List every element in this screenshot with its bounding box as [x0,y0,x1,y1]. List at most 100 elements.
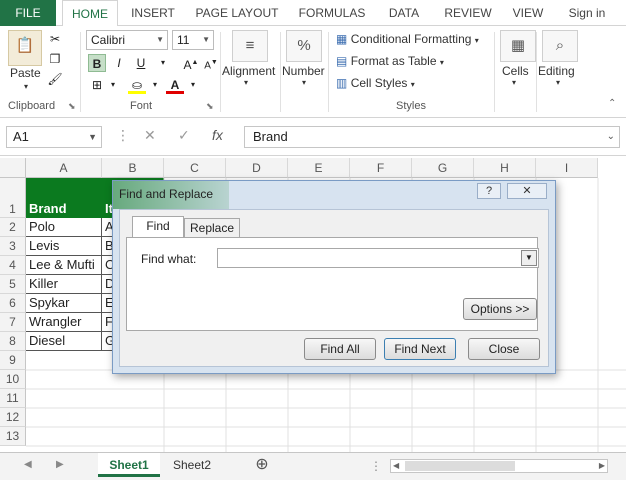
name-box[interactable]: A1 ▼ [6,126,102,148]
column-header[interactable]: G [412,158,474,178]
row-header[interactable]: 12 [0,408,26,427]
binoculars-icon[interactable]: ⌕ [542,30,578,62]
enter-icon[interactable]: ✓ [178,127,190,144]
column-header[interactable]: C [164,158,226,178]
paste-button[interactable]: Paste [10,66,41,80]
paste-dropdown-icon[interactable]: ▾ [24,82,28,91]
percent-icon[interactable]: % [286,30,322,62]
editing-button[interactable]: Editing [538,64,575,78]
chevron-down-icon[interactable]: ▾ [302,78,306,87]
row-header[interactable]: 7 [0,313,26,332]
scroll-right-icon[interactable]: ▶ [599,460,605,472]
font-size-combo[interactable]: 11 ▼ [172,30,214,50]
sign-in-link[interactable]: Sign in [562,0,612,26]
column-header[interactable]: H [474,158,536,178]
row-header[interactable]: 10 [0,370,26,389]
formula-input[interactable]: Brand ⌄ [244,126,620,148]
font-launcher-icon[interactable]: ⬊ [206,101,214,112]
close-button[interactable]: Close [468,338,540,360]
scrollbar-thumb[interactable] [405,461,515,471]
row-header[interactable]: 11 [0,389,26,408]
chevron-down-icon[interactable]: ▾ [104,76,122,94]
chevron-down-icon[interactable]: ▾ [512,78,516,87]
styles-group-label: Styles [396,100,426,112]
tab-home[interactable]: HOME [62,0,118,27]
alignment-button[interactable]: Alignment [222,64,275,78]
chevron-down-icon[interactable]: ▾ [244,78,248,87]
row-header[interactable]: 9 [0,351,26,370]
next-sheet-icon[interactable]: ▶ [56,459,64,470]
underline-button[interactable]: U [132,54,150,72]
formula-bar: A1 ▼ ⋮ ✕ ✓ fx Brand ⌄ [0,118,626,156]
chevron-down-icon[interactable]: ▼ [521,250,537,266]
tab-review[interactable]: REVIEW [438,0,498,26]
column-header[interactable]: B [102,158,164,178]
row-header[interactable]: 3 [0,237,26,256]
options-button[interactable]: Options >> [463,298,537,320]
column-header[interactable]: F [350,158,412,178]
column-header[interactable]: I [536,158,598,178]
select-all-corner[interactable] [0,158,26,178]
cancel-icon[interactable]: ✕ [144,127,156,144]
find-what-input[interactable]: ▼ [217,248,539,268]
format-painter-icon[interactable]: 🖌 [46,70,64,88]
row-header[interactable]: 1 [0,178,26,218]
tab-replace[interactable]: Replace [184,218,240,238]
format-as-table-label: Format as Table [350,54,437,68]
find-all-button[interactable]: Find All [304,338,376,360]
column-header[interactable]: E [288,158,350,178]
conditional-formatting-icon: ▦ [336,32,348,46]
new-sheet-icon[interactable]: ⊕ [248,453,276,477]
cell-styles-icon: ▥ [336,76,348,90]
row-header[interactable]: 13 [0,427,26,446]
row-header[interactable]: 5 [0,275,26,294]
increase-font-icon[interactable]: A▲ [182,54,200,72]
scroll-left-icon[interactable]: ◀ [393,460,399,472]
paste-icon[interactable]: 📋 [8,30,42,66]
row-header[interactable]: 4 [0,256,26,275]
clipboard-launcher-icon[interactable]: ⬊ [68,101,76,112]
column-header[interactable]: D [226,158,288,178]
cut-icon[interactable]: ✂ [46,30,64,48]
row-header[interactable]: 8 [0,332,26,351]
chevron-down-icon[interactable]: ▾ [146,76,164,94]
chevron-down-icon[interactable]: ▾ [184,76,202,94]
format-as-table-button[interactable]: ▤ Format as Table ▾ [336,54,444,68]
find-next-button[interactable]: Find Next [384,338,456,360]
row-header[interactable]: 6 [0,294,26,313]
tab-insert[interactable]: INSERT [124,0,182,26]
row-header[interactable]: 2 [0,218,26,237]
tab-data[interactable]: DATA [380,0,428,26]
sheet-tab-sheet1[interactable]: Sheet1 [98,453,160,477]
alignment-icon[interactable]: ≡ [232,30,268,62]
tab-formulas[interactable]: FORMULAS [294,0,370,26]
tab-find[interactable]: Find [132,216,184,238]
prev-sheet-icon[interactable]: ◀ [24,459,32,470]
more-options-icon[interactable]: ⋮ [370,459,382,473]
drag-handle-icon[interactable]: ⋮ [116,127,130,144]
insert-function-button[interactable]: fx [212,127,223,143]
close-icon[interactable]: ✕ [507,183,547,199]
cells-button[interactable]: Cells [502,64,529,78]
sheet-tab-sheet2[interactable]: Sheet2 [162,453,222,477]
horizontal-scrollbar[interactable]: ◀ ▶ [390,459,608,473]
collapse-ribbon-icon[interactable]: ⌃ [608,98,616,109]
conditional-formatting-button[interactable]: ▦ Conditional Formatting ▾ [336,32,479,46]
italic-button[interactable]: I [110,54,128,72]
tab-file[interactable]: FILE [0,0,56,26]
copy-icon[interactable]: ❐ [46,50,64,68]
cell-styles-button[interactable]: ▥ Cell Styles ▾ [336,76,415,90]
chevron-down-icon[interactable]: ▾ [154,54,172,72]
font-color-icon[interactable]: A [166,76,184,94]
number-button[interactable]: Number [282,64,325,78]
bold-button[interactable]: B [88,54,106,72]
decrease-font-icon[interactable]: A▼ [202,54,220,72]
help-button[interactable]: ? [477,183,501,199]
chevron-down-icon[interactable]: ▾ [556,78,560,87]
font-name-combo[interactable]: Calibri ▼ [86,30,168,50]
tab-view[interactable]: VIEW [506,0,550,26]
fill-color-icon[interactable]: ⛀ [128,76,146,94]
cells-icon[interactable]: ▦ [500,30,536,62]
tab-page-layout[interactable]: PAGE LAYOUT [190,0,284,26]
column-header[interactable]: A [26,158,102,178]
